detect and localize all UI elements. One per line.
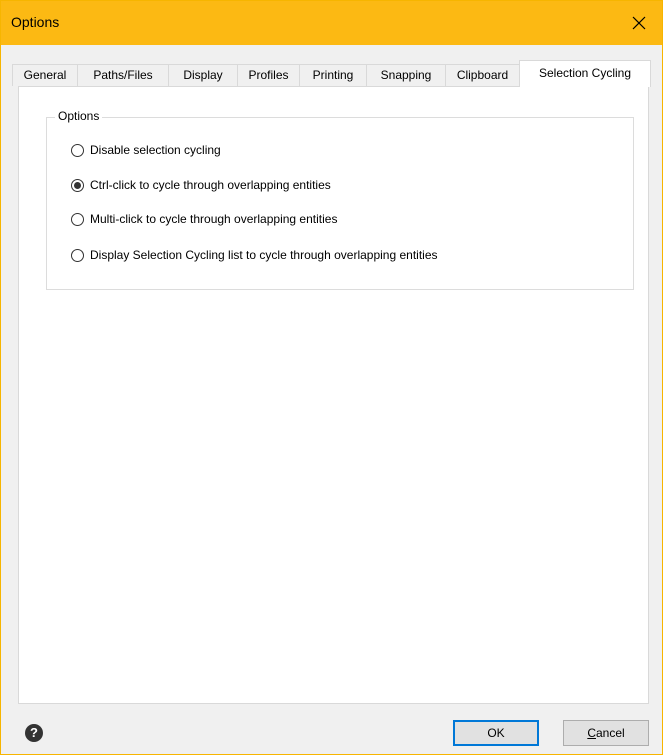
title-bar: Options: [1, 1, 662, 45]
tab-label: Clipboard: [456, 68, 509, 82]
radio-display-selection-cycling-list[interactable]: Display Selection Cycling list to cycle …: [71, 246, 438, 264]
close-button[interactable]: [616, 1, 662, 45]
tab-label: General: [23, 68, 67, 82]
tab-display[interactable]: Display: [168, 64, 238, 86]
groupbox-legend: Options: [55, 109, 103, 123]
tab-label: Printing: [312, 68, 354, 82]
tab-panel-selection-cycling: Options Disable selection cycling Ctrl-c…: [18, 86, 649, 704]
tab-profiles[interactable]: Profiles: [237, 64, 300, 86]
tab-label: Snapping: [380, 68, 432, 82]
tab-label: Profiles: [248, 68, 289, 82]
radio-label: Display Selection Cycling list to cycle …: [90, 248, 438, 262]
cancel-button-label: Cancel: [587, 726, 625, 740]
tab-label: Display: [183, 68, 223, 82]
tab-general[interactable]: General: [12, 64, 78, 86]
radio-ctrl-click-cycle[interactable]: Ctrl-click to cycle through overlapping …: [71, 176, 331, 194]
radio-label: Ctrl-click to cycle through overlapping …: [90, 178, 331, 192]
tab-label: Selection Cycling: [538, 66, 632, 80]
radio-button[interactable]: [71, 143, 84, 157]
radio-button[interactable]: [71, 248, 84, 262]
options-dialog: Options General Paths/Files Display Prof…: [0, 0, 663, 755]
tab-snapping[interactable]: Snapping: [366, 64, 446, 86]
radio-button[interactable]: [71, 212, 84, 226]
ok-button-label: OK: [487, 726, 505, 740]
tab-selection-cycling[interactable]: Selection Cycling: [519, 60, 651, 87]
dialog-title: Options: [11, 14, 60, 30]
tab-paths-files[interactable]: Paths/Files: [77, 64, 169, 86]
tab-label: Paths/Files: [93, 68, 153, 82]
options-groupbox: Options Disable selection cycling Ctrl-c…: [46, 109, 634, 290]
radio-label: Disable selection cycling: [90, 143, 221, 157]
radio-multi-click-cycle[interactable]: Multi-click to cycle through overlapping…: [71, 210, 337, 228]
tab-printing[interactable]: Printing: [299, 64, 367, 86]
question-circle-icon[interactable]: ?: [25, 724, 43, 742]
tab-clipboard[interactable]: Clipboard: [445, 64, 520, 86]
close-icon: [632, 16, 646, 30]
radio-disable-selection-cycling[interactable]: Disable selection cycling: [71, 141, 221, 159]
radio-button[interactable]: [71, 178, 84, 192]
radio-label: Multi-click to cycle through overlapping…: [90, 212, 338, 226]
cancel-button[interactable]: Cancel: [563, 720, 649, 746]
ok-button[interactable]: OK: [453, 720, 539, 746]
